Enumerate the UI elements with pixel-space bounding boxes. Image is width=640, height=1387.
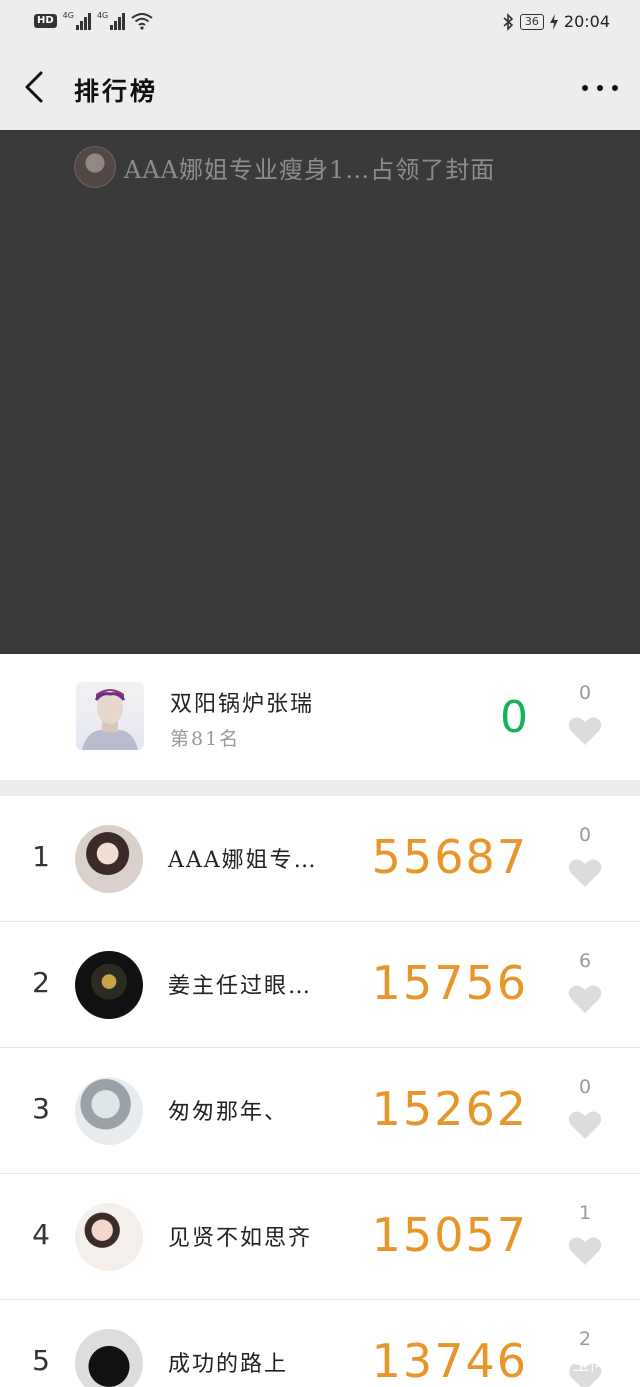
cover-banner-text: AAA娜姐专业瘦身1…占领了封面 xyxy=(124,155,496,184)
status-right: 36 20:04 xyxy=(502,12,610,31)
heart-icon[interactable] xyxy=(568,1110,602,1140)
clock: 20:04 xyxy=(563,12,610,31)
user-name: 见贤不如思齐 xyxy=(168,1226,313,1251)
list-item[interactable]: 4 见贤不如思齐 15057 1 xyxy=(0,1174,640,1300)
rank-number: 1 xyxy=(32,840,50,873)
my-name: 双阳锅炉张瑞 xyxy=(170,692,315,717)
bluetooth-icon xyxy=(503,12,514,31)
like-count: 2 xyxy=(578,1328,592,1350)
like-count: 1 xyxy=(578,1202,592,1224)
cover-area[interactable]: AAA娜姐专业瘦身1…占领了封面 xyxy=(0,130,640,654)
user-name: 姜主任过眼… xyxy=(168,974,313,999)
battery-indicator: 36 xyxy=(519,13,544,30)
step-count: 15756 xyxy=(371,956,528,1010)
my-like-box: 0 xyxy=(568,682,602,750)
avatar[interactable] xyxy=(75,825,143,893)
wifi-icon xyxy=(131,13,153,30)
heart-icon[interactable] xyxy=(568,984,602,1014)
avatar[interactable] xyxy=(75,1077,143,1145)
rank-number: 4 xyxy=(32,1218,50,1251)
watermark-logo-icon xyxy=(526,1352,548,1374)
user-name: 成功的路上 xyxy=(168,1352,289,1377)
user-name: 匆匆那年、 xyxy=(168,1100,289,1125)
section-divider xyxy=(0,780,640,796)
back-icon[interactable] xyxy=(22,70,48,104)
page-title: 排行榜 xyxy=(74,77,159,106)
signal-icon: 4G xyxy=(63,12,91,30)
my-steps: 0 xyxy=(500,692,528,743)
hd-badge: HD xyxy=(34,14,57,28)
like-count: 6 xyxy=(578,950,592,972)
avatar[interactable] xyxy=(75,1329,143,1387)
like-box: 0 xyxy=(568,824,602,892)
watermark: 悟空问答 xyxy=(526,1350,626,1376)
like-count: 0 xyxy=(578,824,592,846)
heart-icon[interactable] xyxy=(568,858,602,888)
cover-banner: AAA娜姐专业瘦身1…占领了封面 xyxy=(74,146,495,188)
heart-icon[interactable] xyxy=(568,1236,602,1266)
list-item[interactable]: 2 姜主任过眼… 15756 6 xyxy=(0,922,640,1048)
avatar[interactable] xyxy=(75,1203,143,1271)
more-options-icon[interactable] xyxy=(582,74,618,102)
step-count: 13746 xyxy=(371,1334,528,1387)
my-ranking-row[interactable]: 双阳锅炉张瑞 第81名 0 0 xyxy=(0,654,640,780)
like-box: 6 xyxy=(568,950,602,1018)
like-box: 0 xyxy=(568,1076,602,1144)
rank-number: 3 xyxy=(32,1092,50,1125)
step-count: 15262 xyxy=(371,1082,528,1136)
list-item[interactable]: 3 匆匆那年、 15262 0 xyxy=(0,1048,640,1174)
cover-owner-avatar xyxy=(74,146,116,188)
heart-icon[interactable] xyxy=(568,716,602,746)
like-count: 0 xyxy=(578,1076,592,1098)
status-left: HD 4G 4G xyxy=(34,12,153,30)
nav-bar: 排行榜 xyxy=(0,44,640,130)
charging-icon xyxy=(549,13,558,30)
signal-icon: 4G xyxy=(97,12,126,30)
like-count: 0 xyxy=(578,682,592,704)
step-count: 15057 xyxy=(371,1208,528,1262)
my-rank-text: 第81名 xyxy=(170,728,241,750)
avatar[interactable] xyxy=(75,951,143,1019)
my-avatar xyxy=(76,682,144,750)
rank-number: 2 xyxy=(32,966,50,999)
user-name: AAA娜姐专… xyxy=(168,848,318,873)
watermark-text: 悟空问答 xyxy=(554,1354,626,1375)
like-box: 1 xyxy=(568,1202,602,1270)
list-item[interactable]: 1 AAA娜姐专… 55687 0 xyxy=(0,796,640,922)
rank-number: 5 xyxy=(32,1344,50,1377)
status-bar: HD 4G 4G 36 20:04 xyxy=(0,0,640,44)
step-count: 55687 xyxy=(371,830,528,884)
